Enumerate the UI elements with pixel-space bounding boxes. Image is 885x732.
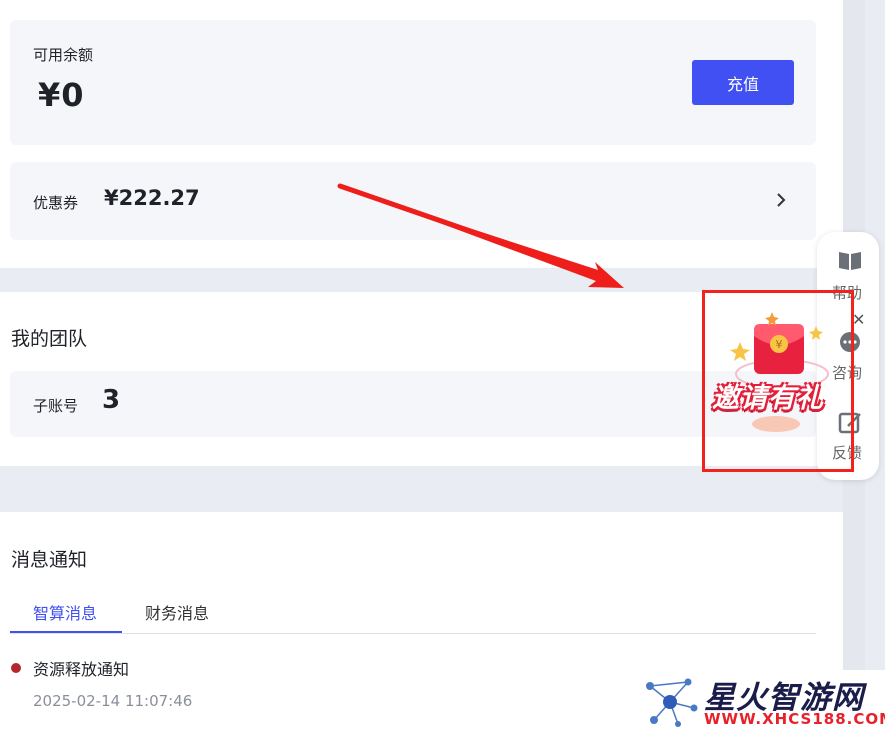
team-section-title: 我的团队 [11, 328, 88, 350]
tab-compute-messages[interactable]: 智算消息 [33, 600, 97, 624]
highlight-box [702, 290, 854, 472]
notice-status-dot [11, 663, 21, 673]
watermark-url: WWW.XHCS188.COM [704, 710, 885, 728]
sub-account-card[interactable] [10, 371, 816, 437]
recharge-button[interactable]: 充值 [692, 60, 794, 105]
book-icon[interactable] [836, 248, 864, 274]
balance-label: 可用余额 [33, 46, 94, 64]
tab-finance-messages[interactable]: 财务消息 [145, 600, 209, 624]
close-icon[interactable]: ✕ [852, 310, 865, 329]
network-logo-icon [646, 678, 698, 727]
sub-account-label: 子账号 [33, 397, 79, 415]
notice-timestamp: 2025-02-14 11:07:46 [33, 692, 193, 710]
messages-section-title: 消息通知 [11, 549, 88, 571]
balance-amount: ¥0 [38, 76, 85, 114]
chevron-right-icon[interactable] [774, 191, 788, 209]
coupon-label: 优惠券 [33, 194, 79, 212]
coupon-amount: ¥222.27 [104, 186, 200, 210]
active-tab-indicator [10, 631, 122, 633]
sub-account-count: 3 [102, 385, 121, 415]
tab-divider [10, 633, 816, 634]
notice-title[interactable]: 资源释放通知 [33, 656, 129, 680]
